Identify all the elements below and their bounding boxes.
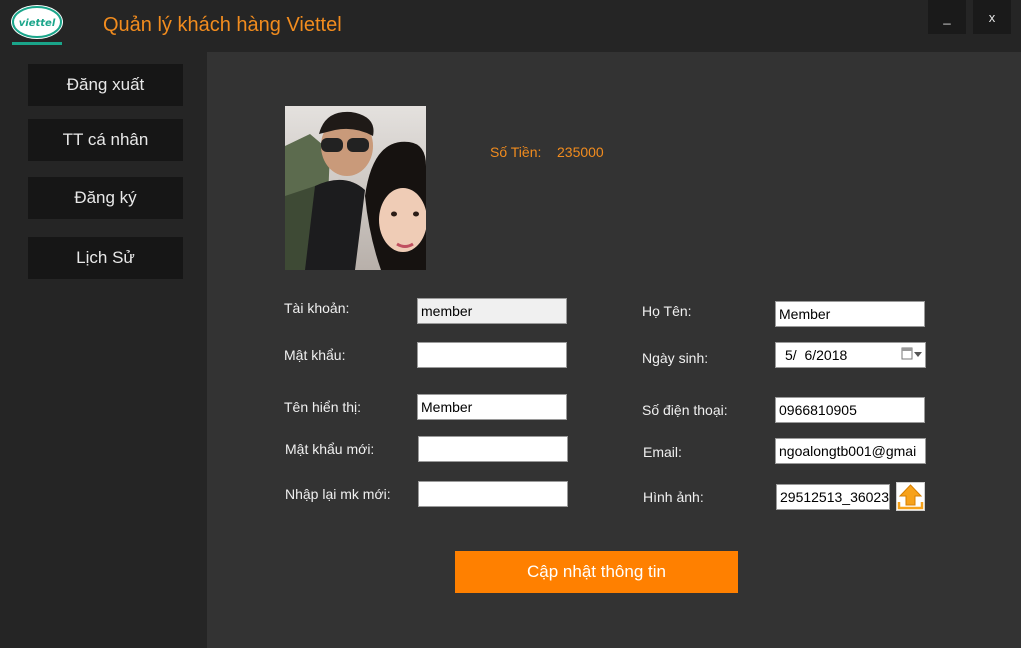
- calendar-icon[interactable]: [901, 347, 923, 364]
- new-password-label: Mật khẩu mới:: [285, 441, 375, 457]
- display-name-field[interactable]: Member: [417, 394, 567, 420]
- birthday-picker[interactable]: 5/ 6/2018: [775, 342, 926, 368]
- personal-info-button[interactable]: TT cá nhân: [28, 119, 183, 161]
- password-field[interactable]: [417, 342, 567, 368]
- birthday-label: Ngày sinh:: [642, 350, 709, 366]
- phone-field[interactable]: 0966810905: [775, 397, 925, 423]
- app-title: Quản lý khách hàng Viettel: [103, 14, 342, 36]
- new-password-field[interactable]: [418, 436, 568, 462]
- display-name-label: Tên hiển thị:: [284, 399, 362, 415]
- confirm-password-label: Nhập lại mk mới:: [285, 486, 391, 502]
- phone-label: Số điện thoại:: [642, 402, 728, 418]
- fullname-field[interactable]: Member: [775, 301, 925, 327]
- image-path-field[interactable]: 29512513_36023: [776, 484, 890, 510]
- password-label: Mật khẩu:: [284, 347, 346, 363]
- close-button[interactable]: x: [973, 0, 1011, 34]
- balance-label: Số Tiền:: [490, 144, 542, 160]
- update-info-button[interactable]: Cập nhật thông tin: [455, 551, 738, 593]
- profile-photo: [285, 106, 426, 270]
- email-label: Email:: [643, 444, 682, 460]
- logout-button[interactable]: Đăng xuất: [28, 64, 183, 106]
- balance-value: 235000: [557, 144, 604, 160]
- register-button[interactable]: Đăng ký: [28, 177, 183, 219]
- viettel-logo: viettel: [8, 2, 66, 50]
- minimize-button[interactable]: _: [928, 0, 966, 34]
- birthday-value: 5/ 6/2018: [785, 347, 848, 363]
- email-field[interactable]: ngoalongtb001@gmai: [775, 438, 926, 464]
- upload-arrow-icon[interactable]: [896, 482, 925, 511]
- svg-text:viettel: viettel: [19, 18, 56, 29]
- fullname-label: Họ Tên:: [642, 303, 692, 319]
- history-button[interactable]: Lịch Sử: [28, 237, 183, 279]
- confirm-password-field[interactable]: [418, 481, 568, 507]
- title-bar: viettel Quản lý khách hàng Viettel _ x: [0, 0, 1021, 52]
- image-label: Hình ảnh:: [643, 489, 704, 505]
- username-field[interactable]: member: [417, 298, 567, 324]
- username-label: Tài khoản:: [284, 300, 350, 316]
